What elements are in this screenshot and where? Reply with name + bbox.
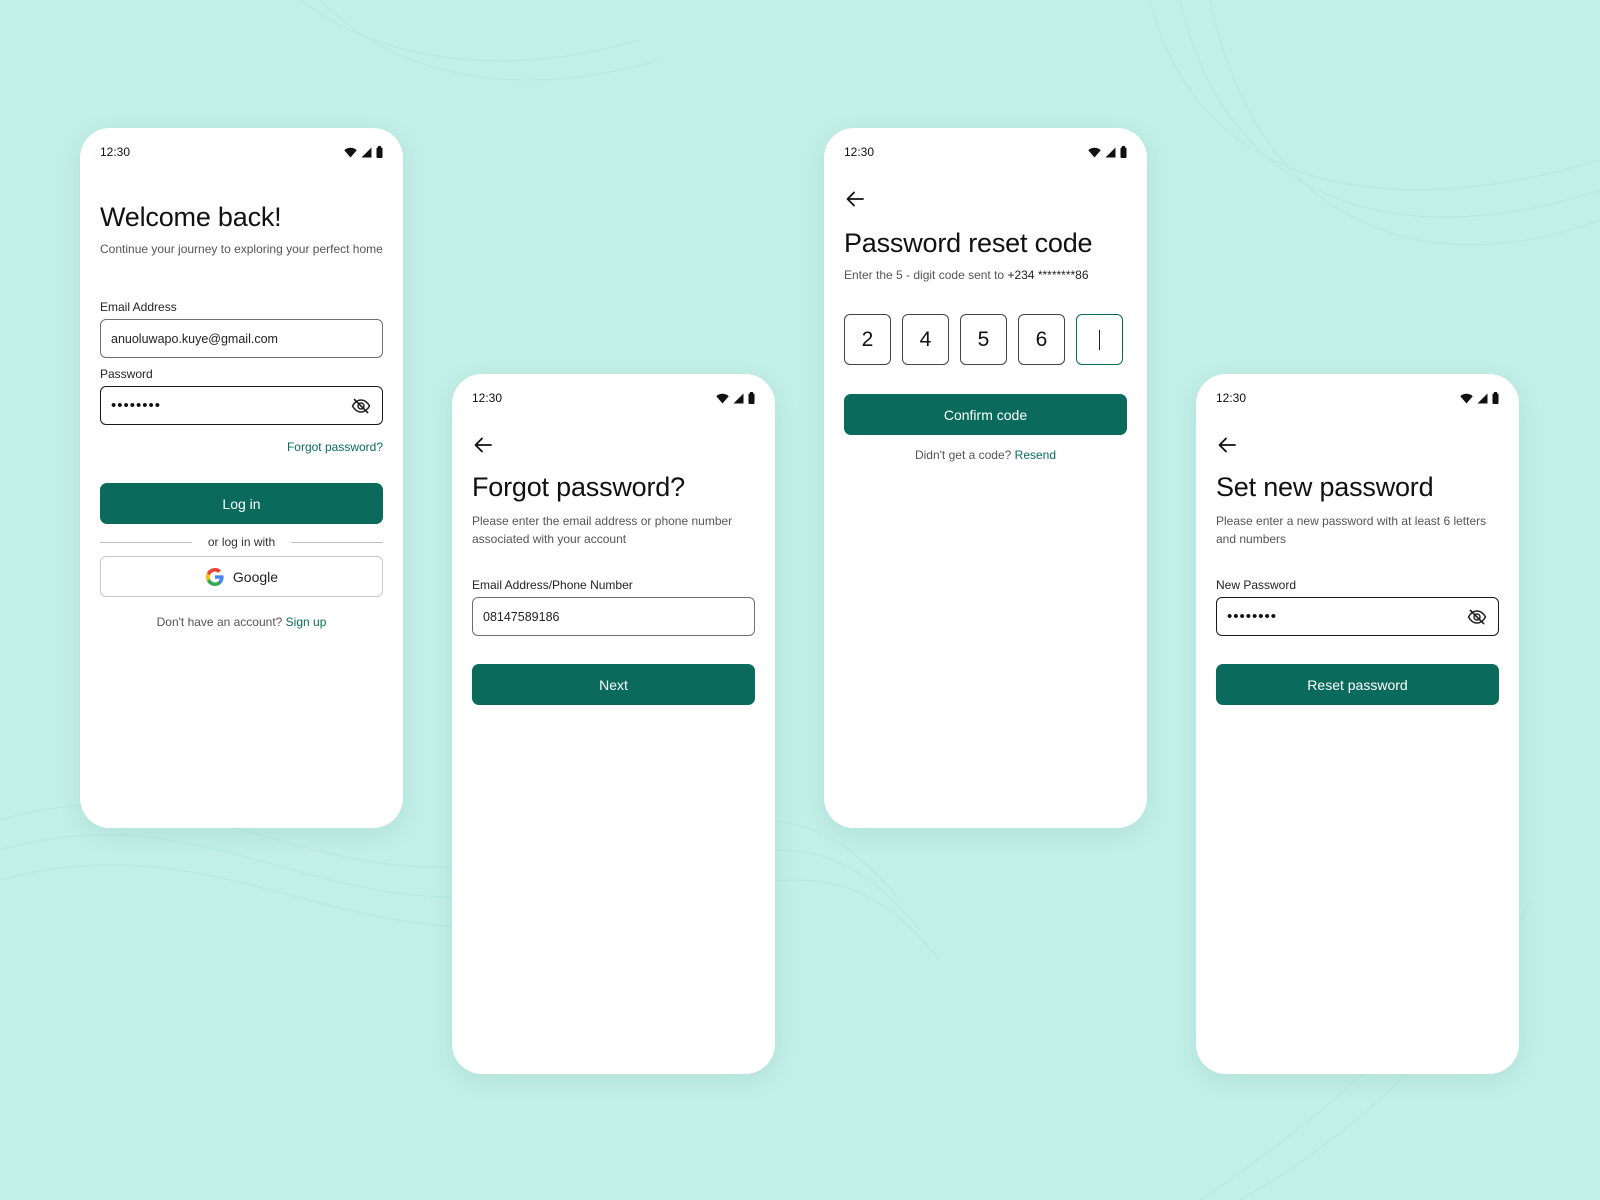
cellular-signal-icon	[733, 393, 744, 403]
password-value: ••••••••	[111, 397, 162, 414]
cellular-signal-icon	[361, 147, 372, 157]
new-password-screen: 12:30 Set new password Please enter a ne…	[1196, 374, 1519, 1074]
otp-digit-box[interactable]: 5	[960, 314, 1007, 365]
new-password-label: New Password	[1216, 578, 1297, 592]
google-login-button[interactable]: Google	[100, 556, 383, 597]
status-bar: 12:30	[472, 390, 755, 406]
google-logo-icon	[205, 567, 224, 586]
battery-icon	[748, 392, 755, 404]
signup-link[interactable]: Sign up	[286, 615, 327, 629]
password-field[interactable]: ••••••••	[100, 386, 383, 425]
login-button[interactable]: Log in	[100, 483, 383, 524]
reset-password-button[interactable]: Reset password	[1216, 664, 1499, 705]
otp-digit-box[interactable]: 6	[1018, 314, 1065, 365]
status-time: 12:30	[844, 145, 875, 159]
google-button-label: Google	[232, 568, 279, 585]
divider-line	[291, 541, 383, 543]
email-phone-value: 08147589186	[483, 609, 560, 624]
status-bar: 12:30	[1216, 390, 1499, 406]
wifi-icon	[344, 147, 357, 157]
cellular-signal-icon	[1105, 147, 1116, 157]
eye-off-icon[interactable]	[350, 395, 372, 417]
back-arrow-icon[interactable]	[844, 188, 866, 210]
otp-digit-box[interactable]: 4	[902, 314, 949, 365]
email-phone-label: Email Address/Phone Number	[472, 578, 633, 592]
email-value: anuoluwapo.kuye@gmail.com	[111, 331, 278, 346]
page-title: Welcome back!	[100, 202, 282, 232]
otp-digit-box-active[interactable]	[1076, 314, 1123, 365]
eye-off-icon[interactable]	[1466, 606, 1488, 628]
forgot-password-link[interactable]: Forgot password?	[287, 440, 383, 454]
back-arrow-icon[interactable]	[1216, 434, 1238, 456]
page-subtitle: Continue your journey to exploring your …	[100, 242, 383, 256]
divider-line	[100, 541, 192, 543]
masked-phone: +234 ********86	[1007, 268, 1089, 282]
wifi-icon	[1088, 147, 1101, 157]
next-button[interactable]: Next	[472, 664, 755, 705]
page-subtitle: Enter the 5 - digit code sent to +234 **…	[844, 266, 1127, 284]
battery-icon	[1120, 146, 1127, 158]
email-field[interactable]: anuoluwapo.kuye@gmail.com	[100, 319, 383, 358]
email-label: Email Address	[100, 300, 177, 314]
new-password-field[interactable]: ••••••••	[1216, 597, 1499, 636]
email-phone-field[interactable]: 08147589186	[472, 597, 755, 636]
forgot-password-screen: 12:30 Forgot password? Please enter the …	[452, 374, 775, 1074]
page-title: Set new password	[1216, 472, 1434, 502]
status-time: 12:30	[472, 391, 503, 405]
login-screen: 12:30 Welcome back! Continue your journe…	[80, 128, 403, 828]
battery-icon	[376, 146, 383, 158]
divider-text: or log in with	[207, 535, 276, 549]
confirm-code-button[interactable]: Confirm code	[844, 394, 1127, 435]
or-divider: or log in with	[100, 534, 383, 550]
otp-input-row: 2 4 5 6	[844, 314, 1127, 365]
wifi-icon	[716, 393, 729, 403]
resend-row: Didn't get a code? Resend	[844, 448, 1127, 462]
password-label: Password	[100, 367, 153, 381]
reset-code-screen: 12:30 Password reset code Enter the 5 - …	[824, 128, 1147, 828]
status-bar: 12:30	[844, 144, 1127, 160]
text-caret	[1098, 329, 1101, 350]
resend-prompt: Didn't get a code?	[914, 448, 1012, 462]
status-time: 12:30	[1216, 391, 1247, 405]
signup-prompt: Don't have an account?	[156, 615, 283, 629]
back-arrow-icon[interactable]	[472, 434, 494, 456]
page-subtitle: Please enter a new password with at leas…	[1216, 514, 1487, 546]
new-password-value: ••••••••	[1227, 608, 1278, 625]
resend-link[interactable]: Resend	[1015, 448, 1056, 462]
page-title: Password reset code	[844, 228, 1093, 258]
wifi-icon	[1460, 393, 1473, 403]
subtitle-text: Enter the 5 - digit code sent to	[844, 268, 1005, 282]
battery-icon	[1492, 392, 1499, 404]
page-subtitle: Please enter the email address or phone …	[472, 514, 733, 546]
signup-prompt-row: Don't have an account? Sign up	[100, 615, 383, 629]
page-title: Forgot password?	[472, 472, 685, 502]
otp-digit-box[interactable]: 2	[844, 314, 891, 365]
status-time: 12:30	[100, 145, 131, 159]
status-bar: 12:30	[100, 144, 383, 160]
cellular-signal-icon	[1477, 393, 1488, 403]
